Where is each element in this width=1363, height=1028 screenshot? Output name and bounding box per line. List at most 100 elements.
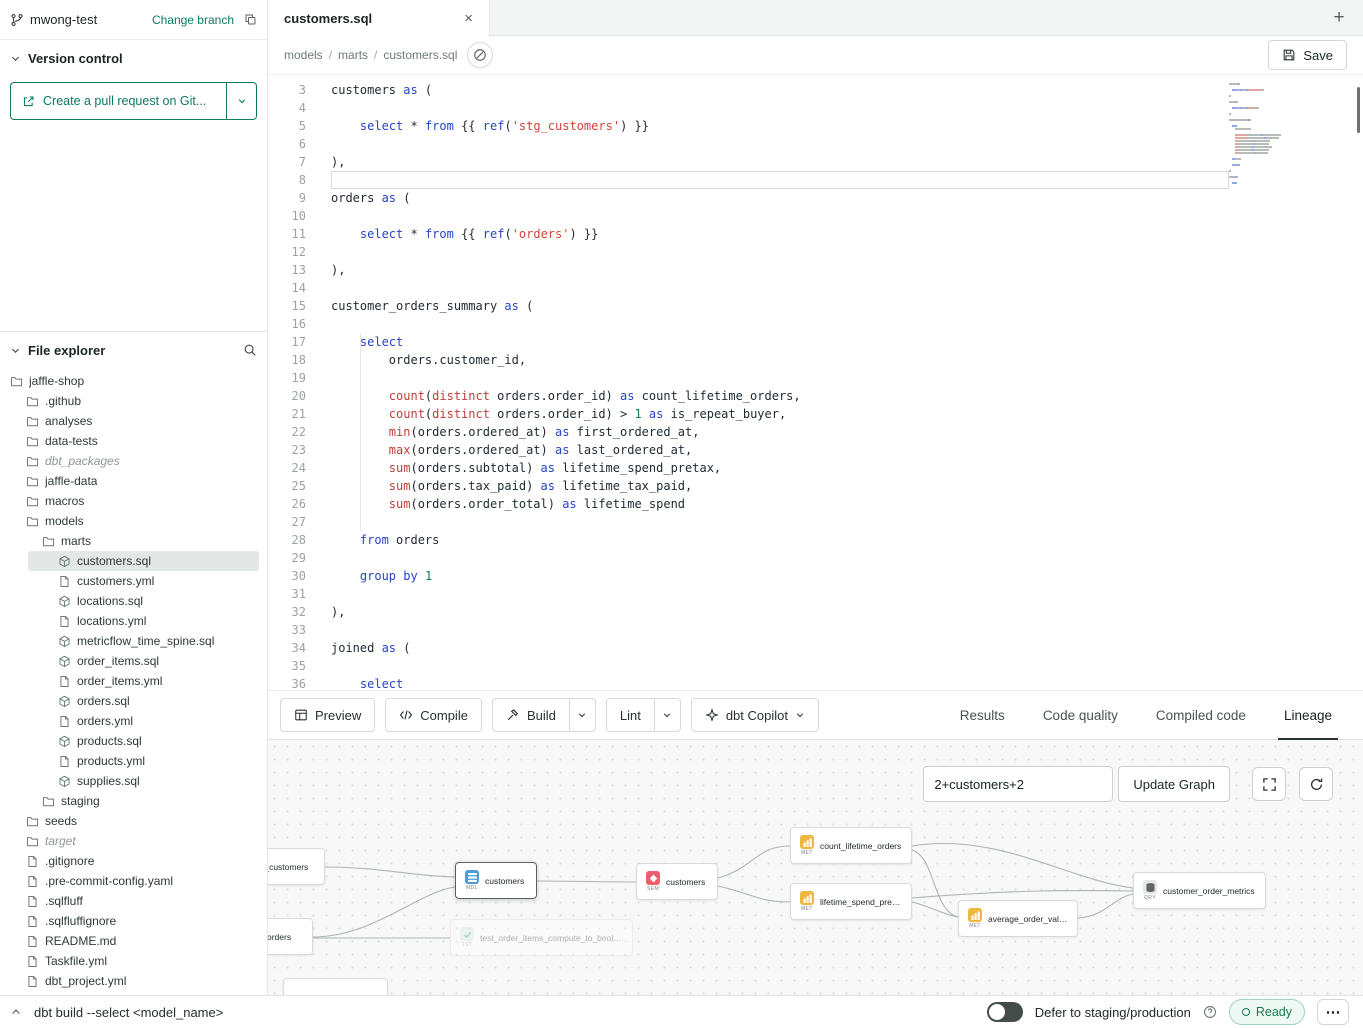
code-line[interactable]: 19 xyxy=(268,369,1363,387)
code-line[interactable]: 21 count(distinct orders.order_id) > 1 a… xyxy=(268,405,1363,423)
compile-button[interactable]: Compile xyxy=(385,698,482,732)
code-line[interactable]: 10 xyxy=(268,207,1363,225)
lint-dropdown-button[interactable] xyxy=(655,698,681,732)
lineage-node-orders[interactable]: MDLorders xyxy=(268,918,313,955)
code-line[interactable]: 25 sum(orders.tax_paid) as lifetime_tax_… xyxy=(268,477,1363,495)
code-line[interactable]: 6 xyxy=(268,135,1363,153)
command-bar-text[interactable]: dbt build --select <model_name> xyxy=(34,1005,223,1020)
copy-icon[interactable] xyxy=(244,13,257,26)
file-tree-item[interactable]: locations.sql xyxy=(0,591,267,611)
code-line[interactable]: 8 xyxy=(268,171,1363,189)
code-line[interactable]: 15customer_orders_summary as ( xyxy=(268,297,1363,315)
file-tree-item[interactable]: staging xyxy=(0,791,267,811)
scrollbar[interactable] xyxy=(1357,87,1360,133)
refresh-button[interactable] xyxy=(1299,767,1333,801)
dbt-copilot-button[interactable]: dbt Copilot xyxy=(691,698,819,732)
file-tree-item[interactable]: customers.sql xyxy=(0,551,267,571)
code-line[interactable]: 30 group by 1 xyxy=(268,567,1363,585)
code-line[interactable]: 22 min(orders.ordered_at) as first_order… xyxy=(268,423,1363,441)
file-tree-item[interactable]: analyses xyxy=(0,411,267,431)
lineage-search-input[interactable] xyxy=(923,766,1113,802)
close-icon[interactable]: × xyxy=(464,11,473,26)
code-line[interactable]: 35 xyxy=(268,657,1363,675)
lineage-node-average_order_value[interactable]: METaverage_order_value xyxy=(958,900,1078,937)
more-options-button[interactable]: ⋯ xyxy=(1317,999,1349,1025)
code-line[interactable]: 7), xyxy=(268,153,1363,171)
build-button[interactable]: Build xyxy=(492,698,570,732)
save-button[interactable]: Save xyxy=(1268,40,1347,70)
update-graph-button[interactable]: Update Graph xyxy=(1118,766,1230,802)
lint-button[interactable]: Lint xyxy=(606,698,655,732)
version-control-header[interactable]: Version control xyxy=(0,40,267,76)
code-line[interactable]: 32), xyxy=(268,603,1363,621)
file-tree-item[interactable]: jaffle-shop xyxy=(0,371,267,391)
lineage-node-customer_order_metrics[interactable]: QRYcustomer_order_metrics xyxy=(1133,872,1266,909)
file-tree-item[interactable]: data-tests xyxy=(0,431,267,451)
lineage-node-count_lifetime_orders[interactable]: METcount_lifetime_orders xyxy=(790,827,912,864)
file-explorer-header[interactable]: File explorer xyxy=(0,332,267,368)
tab-compiled-code[interactable]: Compiled code xyxy=(1137,691,1265,739)
file-tree-item[interactable]: .github xyxy=(0,391,267,411)
code-editor[interactable]: 3customers as (45 select * from {{ ref('… xyxy=(268,75,1363,690)
code-line[interactable]: 11 select * from {{ ref('orders') }} xyxy=(268,225,1363,243)
code-line[interactable]: 4 xyxy=(268,99,1363,117)
lineage-panel[interactable]: MDLstg_customersMDLordersMDLcustomersSEM… xyxy=(268,740,1363,995)
create-pr-dropdown[interactable] xyxy=(226,83,256,119)
file-tree-item[interactable]: marts xyxy=(0,531,267,551)
build-dropdown-button[interactable] xyxy=(570,698,596,732)
code-line[interactable]: 31 xyxy=(268,585,1363,603)
code-line[interactable]: 16 xyxy=(268,315,1363,333)
file-tree-item[interactable]: locations.yml xyxy=(0,611,267,631)
code-line[interactable]: 9orders as ( xyxy=(268,189,1363,207)
breadcrumb-models[interactable]: models xyxy=(284,48,323,62)
lineage-node[interactable] xyxy=(283,978,388,995)
tab-customers-sql[interactable]: customers.sql × xyxy=(268,0,490,37)
code-line[interactable]: 24 sum(orders.subtotal) as lifetime_spen… xyxy=(268,459,1363,477)
chevron-up-icon[interactable] xyxy=(10,1006,22,1018)
file-tree-item[interactable]: products.sql xyxy=(0,731,267,751)
tab-code-quality[interactable]: Code quality xyxy=(1024,691,1137,739)
fullscreen-button[interactable] xyxy=(1252,767,1286,801)
chevron-down-icon[interactable] xyxy=(10,53,21,64)
file-action-button[interactable] xyxy=(467,42,493,68)
file-tree-item[interactable]: products.yml xyxy=(0,751,267,771)
tab-lineage[interactable]: Lineage xyxy=(1265,691,1351,739)
lineage-node-lifetime_spend_pretax[interactable]: METlifetime_spend_pretax xyxy=(790,883,912,920)
file-tree-item[interactable]: target xyxy=(0,831,267,851)
file-tree-item[interactable]: order_items.yml xyxy=(0,671,267,691)
code-line[interactable]: 36 select xyxy=(268,675,1363,690)
defer-toggle[interactable] xyxy=(987,1002,1023,1022)
lineage-node-customers[interactable]: MDLcustomers xyxy=(455,862,537,899)
file-tree-item[interactable]: README.md xyxy=(0,931,267,951)
code-line[interactable]: 34joined as ( xyxy=(268,639,1363,657)
file-tree-item[interactable]: seeds xyxy=(0,811,267,831)
code-line[interactable]: 20 count(distinct orders.order_id) as co… xyxy=(268,387,1363,405)
code-line[interactable]: 12 xyxy=(268,243,1363,261)
file-tree-item[interactable]: dbt_packages xyxy=(0,451,267,471)
preview-button[interactable]: Preview xyxy=(280,698,375,732)
code-line[interactable]: 5 select * from {{ ref('stg_customers') … xyxy=(268,117,1363,135)
file-tree-item[interactable]: metricflow_time_spine.sql xyxy=(0,631,267,651)
lineage-node-test_order_items_compute_to_bools[interactable]: TSTtest_order_items_compute_to_bools... xyxy=(450,919,633,956)
file-tree-item[interactable]: .sqlfluff xyxy=(0,891,267,911)
new-tab-button[interactable]: + xyxy=(1315,0,1363,36)
code-line[interactable]: 28 from orders xyxy=(268,531,1363,549)
file-tree-item[interactable]: jaffle-data xyxy=(0,471,267,491)
tab-results[interactable]: Results xyxy=(941,691,1024,739)
create-pr-button-main[interactable]: Create a pull request on Git... xyxy=(11,83,226,119)
search-icon[interactable] xyxy=(243,343,257,357)
minimap[interactable] xyxy=(1229,83,1319,185)
file-tree-item[interactable]: orders.sql xyxy=(0,691,267,711)
breadcrumb-marts[interactable]: marts xyxy=(338,48,368,62)
file-tree-item[interactable]: order_items.sql xyxy=(0,651,267,671)
code-line[interactable]: 13), xyxy=(268,261,1363,279)
file-tree-item[interactable]: orders.yml xyxy=(0,711,267,731)
help-icon[interactable] xyxy=(1203,1005,1217,1019)
code-line[interactable]: 18 orders.customer_id, xyxy=(268,351,1363,369)
code-line[interactable]: 29 xyxy=(268,549,1363,567)
code-line[interactable]: 14 xyxy=(268,279,1363,297)
breadcrumb-file[interactable]: customers.sql xyxy=(383,48,457,62)
code-line[interactable]: 26 sum(orders.order_total) as lifetime_s… xyxy=(268,495,1363,513)
code-line[interactable]: 3customers as ( xyxy=(268,81,1363,99)
code-line[interactable]: 27 xyxy=(268,513,1363,531)
